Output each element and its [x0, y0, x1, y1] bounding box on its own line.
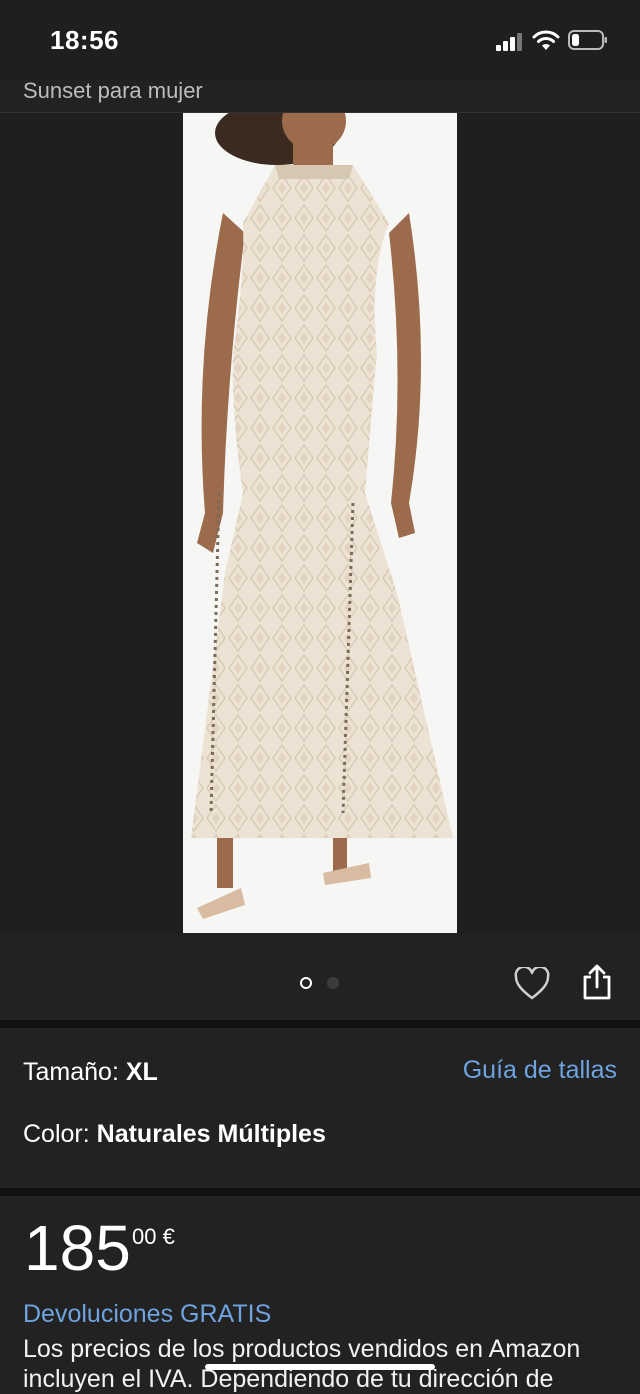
color-value: Naturales Múltiples	[96, 1120, 326, 1148]
size-guide-link[interactable]: Guía de tallas	[463, 1056, 617, 1085]
status-bar: 18:56	[0, 0, 640, 80]
dress-photo-illustration	[183, 113, 457, 933]
color-label: Color:	[23, 1120, 90, 1148]
status-time: 18:56	[50, 25, 119, 55]
carousel-dot-active[interactable]	[300, 977, 312, 989]
brand-bar: Sunset para mujer	[0, 72, 640, 112]
price-fraction: 00 €	[132, 1224, 175, 1249]
cellular-signal-icon	[496, 33, 524, 51]
product-options: Tamaño: XL Guía de tallas Color: Natural…	[0, 1028, 640, 1188]
product-image-carousel[interactable]	[0, 113, 640, 933]
home-indicator[interactable]	[205, 1364, 435, 1370]
free-returns-link[interactable]: Devoluciones GRATIS	[23, 1300, 271, 1329]
price-whole: 185	[24, 1212, 131, 1284]
brand-link[interactable]: Sunset para mujer	[23, 78, 203, 104]
color-row[interactable]: Color: Naturales Múltiples	[23, 1120, 326, 1149]
heart-icon[interactable]	[514, 967, 550, 1001]
size-label: Tamaño:	[23, 1058, 119, 1086]
wifi-icon	[532, 30, 560, 50]
carousel-controls	[0, 933, 640, 1020]
size-value: XL	[125, 1058, 158, 1086]
section-divider	[0, 1020, 640, 1028]
price-section: 185 00 € Devoluciones GRATIS Los precios…	[0, 1196, 640, 1393]
battery-icon	[568, 30, 607, 50]
product-image[interactable]	[183, 113, 457, 933]
share-icon[interactable]	[581, 963, 613, 1001]
size-row[interactable]: Tamaño: XL	[23, 1058, 158, 1087]
section-divider	[0, 1188, 640, 1196]
carousel-dot[interactable]	[327, 977, 339, 989]
